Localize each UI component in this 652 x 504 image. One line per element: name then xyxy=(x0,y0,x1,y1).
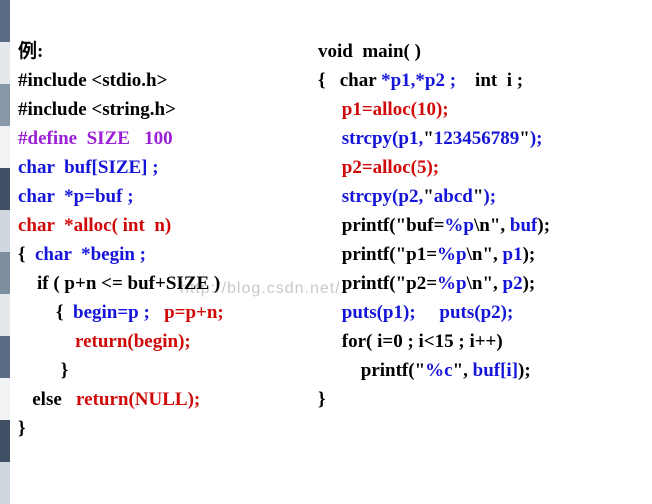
code-line: p2=alloc(5); xyxy=(318,157,439,178)
code-text: " xyxy=(519,128,530,149)
code-text: buf[i] xyxy=(473,360,518,381)
code-line: return(begin); xyxy=(18,331,191,352)
code-text: ); xyxy=(537,215,550,236)
code-line: #include <string.h> xyxy=(18,99,176,120)
code-line: char *alloc( int n) xyxy=(18,215,171,236)
code-line: p1=alloc(10); xyxy=(318,99,449,120)
code-text: 123456789 xyxy=(434,128,520,149)
code-text: %p xyxy=(437,273,467,294)
code-line: } xyxy=(18,418,26,439)
code-line: #include <stdio.h> xyxy=(18,70,167,91)
code-content: 例: #include <stdio.h> #include <string.h… xyxy=(18,8,644,492)
code-line: if ( p+n <= buf+SIZE ) xyxy=(18,273,220,294)
code-line: void main( ) xyxy=(318,41,421,62)
code-text: "buf= xyxy=(396,215,445,236)
code-line: printf( xyxy=(318,360,415,381)
code-line: else xyxy=(18,389,76,410)
code-text: begin=p ; xyxy=(73,302,164,323)
code-line: { xyxy=(18,302,73,323)
code-line: printf( xyxy=(318,215,396,236)
code-text: ); xyxy=(523,273,536,294)
code-left-column: 例: #include <stdio.h> #include <string.h… xyxy=(18,8,318,492)
code-text: " xyxy=(415,360,426,381)
code-text: buf xyxy=(510,215,537,236)
code-line: #define SIZE 100 xyxy=(18,128,173,149)
code-text: " xyxy=(423,128,434,149)
code-text: ); xyxy=(523,244,536,265)
code-text: p=p+n; xyxy=(164,302,224,323)
code-text: \n", xyxy=(474,215,510,236)
code-text: "p1= xyxy=(396,244,437,265)
code-text: ", xyxy=(453,360,473,381)
code-line: puts(p1); puts(p2); xyxy=(318,302,513,323)
code-text: int i ; xyxy=(456,70,523,91)
code-text: %c xyxy=(425,360,452,381)
code-line: char buf[SIZE] ; xyxy=(18,157,159,178)
code-text: \n", xyxy=(467,273,503,294)
code-text: " xyxy=(423,186,434,207)
code-text: ); xyxy=(518,360,531,381)
code-right-column: void main( ) { char *p1,*p2 ; int i ; p1… xyxy=(318,8,638,492)
decorative-strip xyxy=(0,0,10,500)
code-line: } xyxy=(18,360,68,381)
code-line: printf( xyxy=(318,273,396,294)
code-line: { char xyxy=(318,70,381,91)
code-line: strcpy(p2, xyxy=(318,186,423,207)
code-text: ); xyxy=(483,186,496,207)
code-text: " xyxy=(473,186,484,207)
code-text: p2 xyxy=(503,273,523,294)
code-line: char *p=buf ; xyxy=(18,186,134,207)
code-text: *p1,*p2 ; xyxy=(381,70,456,91)
code-line: for( i=0 ; i<15 ; i++) xyxy=(318,331,503,352)
code-text: "p2= xyxy=(396,273,437,294)
code-line: printf( xyxy=(318,244,396,265)
code-text: abcd xyxy=(434,186,473,207)
code-line: strcpy(p1, xyxy=(318,128,423,149)
code-text: \n", xyxy=(467,244,503,265)
code-text: ); xyxy=(530,128,543,149)
code-line: { xyxy=(18,244,35,265)
code-text: %p xyxy=(437,244,467,265)
code-text: p1 xyxy=(503,244,523,265)
code-text: char *begin ; xyxy=(35,244,146,265)
code-text: %p xyxy=(444,215,474,236)
code-line: 例: xyxy=(18,41,43,62)
code-line: } xyxy=(318,389,326,410)
code-text: return(NULL); xyxy=(76,389,200,410)
